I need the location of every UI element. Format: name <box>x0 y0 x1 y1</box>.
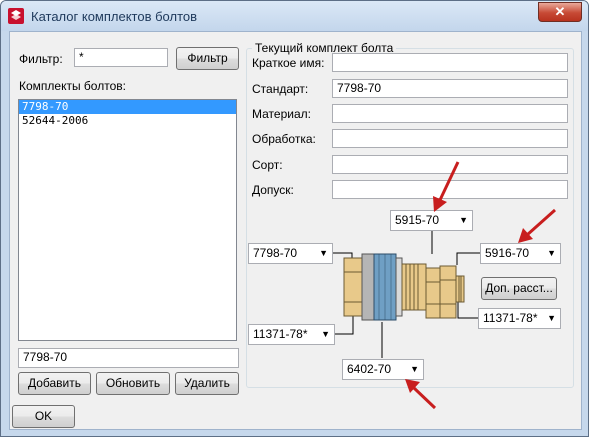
add-button[interactable]: Добавить <box>18 372 91 395</box>
dropdown-arrow-icon: ▼ <box>547 313 556 323</box>
dropdown-arrow-icon: ▼ <box>410 364 419 374</box>
dialog-window: Каталог комплектов болтов ✕ Фильтр: * Фи… <box>0 0 589 437</box>
dialog-client-area: Фильтр: * Фильтр Комплекты болтов: 7798-… <box>9 31 582 430</box>
combo-bottom-value: 6402-70 <box>347 362 392 376</box>
combo-left-bottom-standard[interactable]: 11371-78* ▼ <box>248 324 335 345</box>
refresh-button[interactable]: Обновить <box>96 372 170 395</box>
field-label: Краткое имя: <box>252 56 325 70</box>
field-label: Стандарт: <box>252 82 309 96</box>
list-item[interactable]: 52644-2006 <box>19 114 236 128</box>
field-label: Допуск: <box>252 183 294 197</box>
dropdown-arrow-icon: ▼ <box>547 248 556 258</box>
list-item[interactable]: 7798-70 <box>19 100 236 114</box>
combo-left-bottom-value: 11371-78* <box>253 327 308 341</box>
filter-button[interactable]: Фильтр <box>176 47 239 70</box>
combo-right-bottom-standard[interactable]: 11371-78* ▼ <box>478 308 561 329</box>
app-icon <box>8 8 24 24</box>
field-input[interactable] <box>332 129 568 148</box>
field-input[interactable] <box>332 180 568 199</box>
bolt-sets-list[interactable]: 7798-70 52644-2006 <box>18 99 237 341</box>
filter-label: Фильтр: <box>19 52 63 66</box>
combo-right-standard[interactable]: 5916-70 ▼ <box>480 243 561 264</box>
delete-button[interactable]: Удалить <box>175 372 239 395</box>
dropdown-arrow-icon: ▼ <box>321 329 330 339</box>
field-label: Обработка: <box>252 132 316 146</box>
bolt-sets-label: Комплекты болтов: <box>19 79 126 93</box>
title-bar[interactable]: Каталог комплектов болтов ✕ <box>1 1 588 31</box>
combo-right-bottom-value: 11371-78* <box>483 311 538 325</box>
combo-left-standard[interactable]: 7798-70 ▼ <box>248 243 333 264</box>
dropdown-arrow-icon: ▼ <box>319 248 328 258</box>
combo-right-value: 5916-70 <box>485 246 530 260</box>
combo-left-value: 7798-70 <box>253 246 298 260</box>
field-label: Материал: <box>252 107 311 121</box>
field-input[interactable] <box>332 155 568 174</box>
selected-set-field[interactable]: 7798-70 <box>18 348 239 368</box>
ok-button[interactable]: OK <box>12 405 75 428</box>
dropdown-arrow-icon: ▼ <box>459 215 468 225</box>
close-button[interactable]: ✕ <box>538 2 582 22</box>
field-label: Сорт: <box>252 158 283 172</box>
window-title: Каталог комплектов болтов <box>31 9 198 24</box>
combo-top-standard[interactable]: 5915-70 ▼ <box>390 210 473 231</box>
extra-distance-button[interactable]: Доп. расст... <box>481 277 557 300</box>
combo-top-value: 5915-70 <box>395 213 440 227</box>
filter-input[interactable]: * <box>74 48 168 67</box>
field-input[interactable] <box>332 53 568 72</box>
field-input[interactable]: 7798-70 <box>332 79 568 98</box>
combo-bottom-standard[interactable]: 6402-70 ▼ <box>342 359 424 380</box>
field-input[interactable] <box>332 104 568 123</box>
